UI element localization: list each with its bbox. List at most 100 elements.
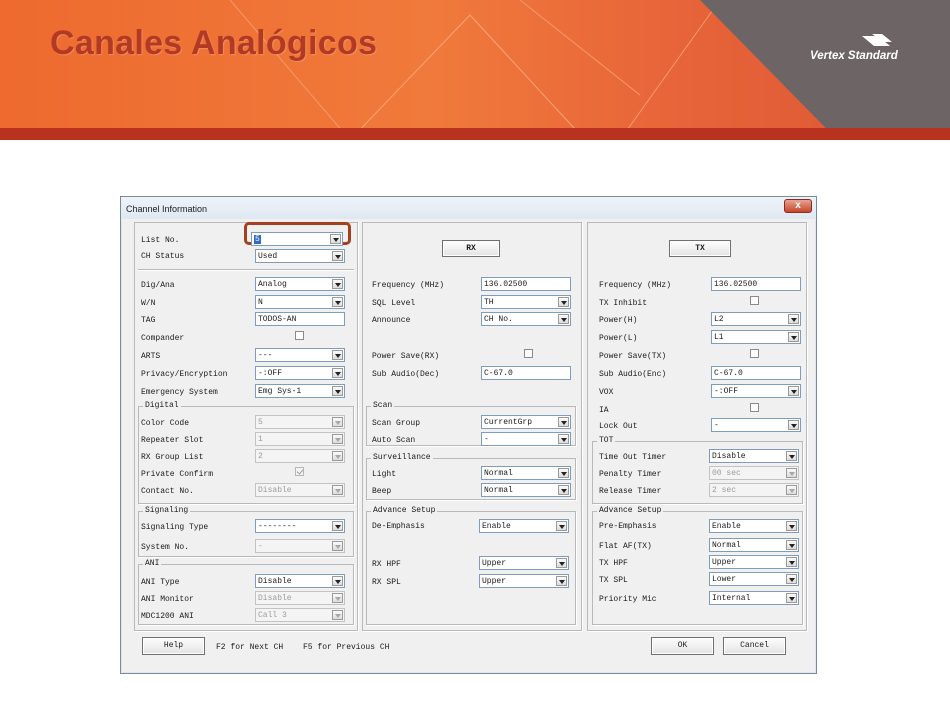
chevron-down-icon[interactable] (788, 332, 799, 342)
chevron-down-icon[interactable] (786, 574, 797, 584)
private-confirm-checkbox[interactable] (295, 467, 304, 476)
color-code-select[interactable]: 5 (255, 415, 345, 429)
power-l-select[interactable]: L1 (711, 330, 801, 344)
chevron-down-icon[interactable] (332, 593, 343, 603)
power-save-tx-checkbox[interactable] (750, 349, 759, 358)
help-button[interactable]: Help (142, 637, 205, 655)
chevron-down-icon[interactable] (558, 297, 569, 307)
vox-select[interactable]: -:OFF (711, 384, 801, 398)
pre-emphasis-select[interactable]: Enable (709, 519, 799, 533)
chevron-down-icon[interactable] (332, 541, 343, 551)
chevron-down-icon[interactable] (786, 521, 797, 531)
sql-level-value: TH (484, 298, 494, 307)
chevron-down-icon[interactable] (786, 485, 797, 495)
tx-spl-select[interactable]: Lower (709, 572, 799, 586)
chevron-down-icon[interactable] (786, 557, 797, 567)
chevron-down-icon[interactable] (556, 576, 567, 586)
tx-inhibit-checkbox[interactable] (750, 296, 759, 305)
chevron-down-icon[interactable] (558, 468, 569, 478)
close-button[interactable]: x (784, 199, 812, 213)
ani-monitor-select[interactable]: Disable (255, 591, 345, 605)
chevron-down-icon[interactable] (332, 251, 343, 261)
tx-spl-value: Lower (712, 575, 737, 584)
dig-ana-select[interactable]: Analog (255, 277, 345, 291)
release-timer-select[interactable]: 2 sec (709, 483, 799, 497)
list-no-select[interactable]: 5 (251, 232, 343, 246)
pre-emphasis-label: Pre-Emphasis (599, 522, 657, 531)
tx-header-button[interactable]: TX (669, 240, 731, 257)
chevron-down-icon[interactable] (332, 576, 343, 586)
sub-audio-enc-input[interactable]: C-67.0 (711, 366, 801, 380)
chevron-down-icon[interactable] (558, 485, 569, 495)
chevron-down-icon[interactable] (332, 434, 343, 444)
rx-header-button[interactable]: RX (442, 240, 500, 257)
contact-no-select[interactable]: Disable (255, 483, 345, 497)
chevron-down-icon[interactable] (330, 234, 341, 244)
sql-level-select[interactable]: TH (481, 295, 571, 309)
sub-audio-dec-input[interactable]: C-67.0 (481, 366, 571, 380)
chevron-down-icon[interactable] (332, 297, 343, 307)
chevron-down-icon[interactable] (786, 468, 797, 478)
chevron-down-icon[interactable] (332, 417, 343, 427)
ia-checkbox[interactable] (750, 403, 759, 412)
tx-hpf-select[interactable]: Upper (709, 555, 799, 569)
chevron-down-icon[interactable] (558, 434, 569, 444)
chevron-down-icon[interactable] (786, 593, 797, 603)
chevron-down-icon[interactable] (332, 350, 343, 360)
chevron-down-icon[interactable] (788, 314, 799, 324)
chevron-down-icon[interactable] (332, 451, 343, 461)
mdc1200-ani-select[interactable]: Call 3 (255, 608, 345, 622)
signaling-type-label: Signaling Type (141, 523, 209, 532)
time-out-timer-value: Disable (712, 452, 746, 461)
chevron-down-icon[interactable] (332, 610, 343, 620)
tag-input[interactable]: TODOS-AN (255, 312, 345, 326)
chevron-down-icon[interactable] (556, 558, 567, 568)
chevron-down-icon[interactable] (786, 540, 797, 550)
chevron-down-icon[interactable] (558, 314, 569, 324)
repeater-slot-select[interactable]: 1 (255, 432, 345, 446)
emergency-select[interactable]: Emg Sys-1 (255, 384, 345, 398)
light-select[interactable]: Normal (481, 466, 571, 480)
chevron-down-icon[interactable] (788, 386, 799, 396)
flat-af-label: Flat AF(TX) (599, 542, 652, 551)
penalty-timer-select[interactable]: 00 sec (709, 466, 799, 480)
power-save-rx-checkbox[interactable] (524, 349, 533, 358)
wn-select[interactable]: N (255, 295, 345, 309)
chevron-down-icon[interactable] (788, 420, 799, 430)
system-no-select[interactable]: - (255, 539, 345, 553)
logo-wing-icon (862, 34, 892, 46)
chevron-down-icon[interactable] (332, 485, 343, 495)
cancel-button[interactable]: Cancel (723, 637, 786, 655)
chevron-down-icon[interactable] (556, 521, 567, 531)
auto-scan-select[interactable]: - (481, 432, 571, 446)
announce-select[interactable]: CH No. (481, 312, 571, 326)
de-emphasis-select[interactable]: Enable (479, 519, 569, 533)
ch-status-select[interactable]: Used (255, 249, 345, 263)
signaling-type-value: -------- (258, 522, 297, 531)
ani-type-select[interactable]: Disable (255, 574, 345, 588)
compander-checkbox[interactable] (295, 331, 304, 340)
rx-hpf-select[interactable]: Upper (479, 556, 569, 570)
dialog-titlebar: Channel Information x (121, 197, 816, 219)
chevron-down-icon[interactable] (558, 417, 569, 427)
chevron-down-icon[interactable] (332, 279, 343, 289)
rx-frequency-input[interactable]: 136.02500 (481, 277, 571, 291)
priority-mic-select[interactable]: Internal (709, 591, 799, 605)
lock-out-select[interactable]: - (711, 418, 801, 432)
signaling-type-select[interactable]: -------- (255, 519, 345, 533)
chevron-down-icon[interactable] (332, 521, 343, 531)
tx-frequency-input[interactable]: 136.02500 (711, 277, 801, 291)
ok-button[interactable]: OK (651, 637, 714, 655)
scan-group-select[interactable]: CurrentGrp (481, 415, 571, 429)
chevron-down-icon[interactable] (332, 386, 343, 396)
beep-select[interactable]: Normal (481, 483, 571, 497)
rx-spl-select[interactable]: Upper (479, 574, 569, 588)
arts-select[interactable]: --- (255, 348, 345, 362)
time-out-timer-select[interactable]: Disable (709, 449, 799, 463)
power-h-select[interactable]: L2 (711, 312, 801, 326)
privacy-select[interactable]: -:OFF (255, 366, 345, 380)
chevron-down-icon[interactable] (786, 451, 797, 461)
flat-af-select[interactable]: Normal (709, 538, 799, 552)
chevron-down-icon[interactable] (332, 368, 343, 378)
rx-group-list-select[interactable]: 2 (255, 449, 345, 463)
